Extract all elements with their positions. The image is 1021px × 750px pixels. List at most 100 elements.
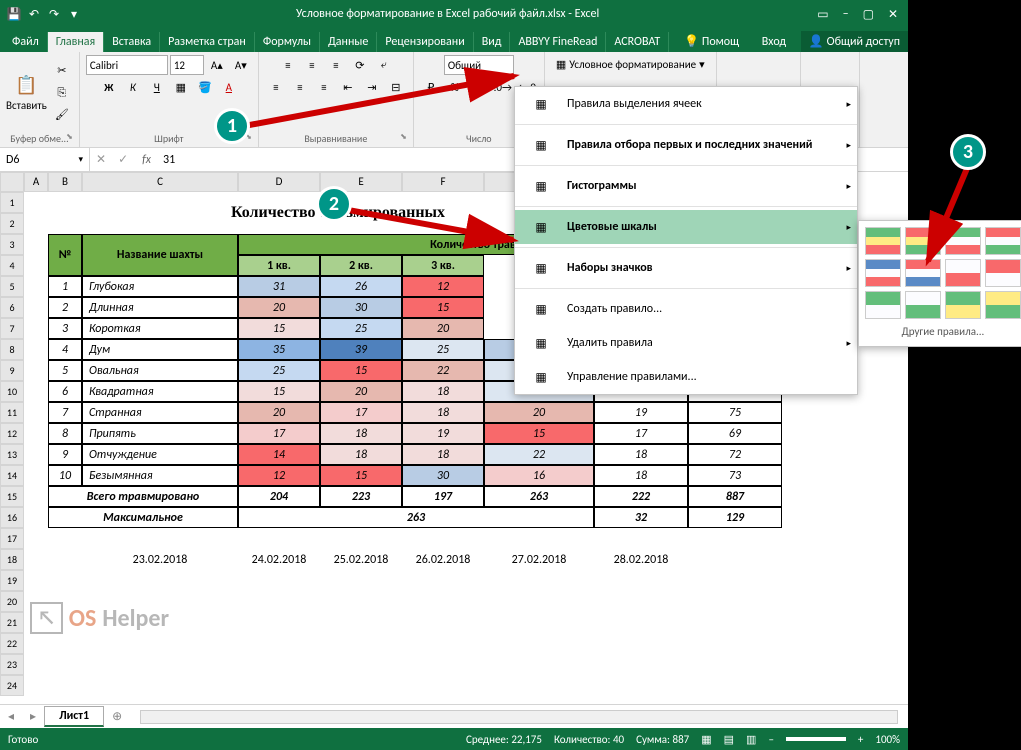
row-header[interactable]: 14 bbox=[0, 465, 24, 486]
sheet-nav-next-icon[interactable]: ▸ bbox=[22, 709, 44, 724]
cell[interactable]: 887 bbox=[688, 486, 782, 507]
cell[interactable]: 72 bbox=[688, 444, 782, 465]
cell[interactable]: 12 bbox=[238, 465, 320, 486]
cell[interactable]: 73 bbox=[688, 465, 782, 486]
cell[interactable]: 14 bbox=[238, 444, 320, 465]
underline-icon[interactable]: Ч bbox=[146, 77, 168, 97]
select-all-corner[interactable] bbox=[0, 172, 24, 192]
row-header[interactable]: 2 bbox=[0, 213, 24, 234]
cell[interactable]: Квадратная bbox=[82, 381, 238, 402]
cf-manage-rules[interactable]: ▦Управление правилами... bbox=[515, 360, 857, 394]
color-scale-swatch[interactable] bbox=[905, 291, 941, 319]
row-header[interactable]: 13 bbox=[0, 444, 24, 465]
cf-top-bottom-rules[interactable]: ▦Правила отбора первых и последних значе… bbox=[515, 128, 857, 162]
cell[interactable]: 15 bbox=[238, 381, 320, 402]
row-header[interactable]: 7 bbox=[0, 318, 24, 339]
view-break-icon[interactable]: ▥ bbox=[746, 733, 756, 746]
tab-data[interactable]: Данные bbox=[320, 32, 377, 52]
cut-icon[interactable]: ✂ bbox=[51, 61, 73, 81]
cell[interactable]: Дум bbox=[82, 339, 238, 360]
row-header[interactable]: 11 bbox=[0, 402, 24, 423]
tab-home[interactable]: Главная bbox=[48, 32, 104, 52]
cell[interactable]: Безымянная bbox=[82, 465, 238, 486]
cell[interactable]: 8 bbox=[48, 423, 82, 444]
cell[interactable]: 18 bbox=[594, 444, 688, 465]
format-painter-icon[interactable]: 🖌 bbox=[51, 105, 73, 125]
cell[interactable]: Название шахты bbox=[82, 234, 238, 276]
row-header[interactable]: 15 bbox=[0, 486, 24, 507]
row-header[interactable]: 9 bbox=[0, 360, 24, 381]
cell[interactable]: 20 bbox=[484, 402, 594, 423]
cell[interactable]: Всего травмировано bbox=[48, 486, 238, 507]
row-header[interactable]: 5 bbox=[0, 276, 24, 297]
name-box[interactable]: D6▾ bbox=[0, 148, 90, 171]
view-normal-icon[interactable]: ▦ bbox=[701, 733, 711, 746]
save-icon[interactable]: 💾 bbox=[6, 7, 22, 22]
cell[interactable]: 31 bbox=[238, 276, 320, 297]
row-header[interactable]: 23 bbox=[0, 654, 24, 675]
col-header[interactable]: C bbox=[82, 172, 238, 192]
copy-icon[interactable]: ⎘ bbox=[51, 83, 73, 103]
cell[interactable]: 15 bbox=[484, 423, 594, 444]
cell[interactable]: 3 кв. bbox=[402, 255, 484, 276]
cell[interactable]: 27.02.2018 bbox=[484, 549, 594, 570]
cell[interactable]: 28.02.2018 bbox=[594, 549, 688, 570]
cell[interactable]: 1 bbox=[48, 276, 82, 297]
new-sheet-icon[interactable]: ⊕ bbox=[104, 709, 130, 724]
cell[interactable]: 22 bbox=[402, 360, 484, 381]
row-header[interactable]: 1 bbox=[0, 192, 24, 213]
increase-font-icon[interactable]: A▴ bbox=[206, 55, 228, 75]
cell[interactable]: Припять bbox=[82, 423, 238, 444]
cell[interactable]: 20 bbox=[238, 402, 320, 423]
cf-new-rule[interactable]: ▦Создать правило... bbox=[515, 292, 857, 326]
cell[interactable]: 75 bbox=[688, 402, 782, 423]
col-header[interactable]: D bbox=[238, 172, 320, 192]
tab-abbyy[interactable]: ABBYY FineRead bbox=[510, 32, 606, 52]
cell[interactable]: 263 bbox=[484, 486, 594, 507]
row-header[interactable]: 12 bbox=[0, 423, 24, 444]
font-color-icon[interactable]: A bbox=[218, 77, 240, 97]
row-header[interactable]: 17 bbox=[0, 528, 24, 549]
tell-me[interactable]: 💡Помощ bbox=[676, 31, 747, 52]
more-rules-link[interactable]: Другие правила... bbox=[865, 319, 1021, 340]
row-header[interactable]: 8 bbox=[0, 339, 24, 360]
cell[interactable]: 20 bbox=[402, 318, 484, 339]
tab-layout[interactable]: Разметка стран bbox=[160, 32, 255, 52]
cell[interactable]: Короткая bbox=[82, 318, 238, 339]
cell[interactable]: Глубокая bbox=[82, 276, 238, 297]
font-name-select[interactable] bbox=[86, 55, 168, 75]
view-layout-icon[interactable]: ▤ bbox=[724, 733, 734, 746]
ribbon-options-icon[interactable]: ▭ bbox=[817, 7, 828, 22]
cell[interactable]: 263 bbox=[238, 507, 594, 528]
qat-more-icon[interactable]: ▾ bbox=[66, 7, 82, 22]
col-header[interactable]: B bbox=[48, 172, 82, 192]
paste-button[interactable]: 📋 Вставить bbox=[6, 73, 47, 112]
tab-view[interactable]: Вид bbox=[474, 32, 511, 52]
cell[interactable]: 16 bbox=[484, 465, 594, 486]
undo-icon[interactable]: ↶ bbox=[26, 7, 42, 22]
cell[interactable]: 9 bbox=[48, 444, 82, 465]
color-scale-swatch[interactable] bbox=[865, 291, 901, 319]
close-icon[interactable]: ✕ bbox=[888, 7, 898, 22]
cell[interactable]: 24.02.2018 bbox=[238, 549, 320, 570]
cell[interactable]: 5 bbox=[48, 360, 82, 381]
bold-icon[interactable]: Ж bbox=[98, 77, 120, 97]
color-scale-swatch[interactable] bbox=[985, 291, 1021, 319]
cell[interactable]: 25 bbox=[402, 339, 484, 360]
cell[interactable]: 223 bbox=[320, 486, 402, 507]
row-header[interactable]: 20 bbox=[0, 591, 24, 612]
col-header[interactable]: F bbox=[402, 172, 484, 192]
cell[interactable]: 3 bbox=[48, 318, 82, 339]
tab-share[interactable]: 👤 Общий доступ bbox=[801, 31, 908, 52]
cell[interactable]: 204 bbox=[238, 486, 320, 507]
cell[interactable]: 17 bbox=[320, 402, 402, 423]
fx-icon[interactable]: fx bbox=[134, 153, 159, 167]
cell[interactable]: 18 bbox=[402, 444, 484, 465]
cell[interactable]: 19 bbox=[402, 423, 484, 444]
redo-icon[interactable]: ↷ bbox=[46, 7, 62, 22]
cell[interactable]: 25 bbox=[320, 318, 402, 339]
cell[interactable]: Овальная bbox=[82, 360, 238, 381]
color-scale-swatch[interactable] bbox=[945, 291, 981, 319]
zoom-slider[interactable] bbox=[786, 737, 846, 741]
cell[interactable]: 19 bbox=[594, 402, 688, 423]
